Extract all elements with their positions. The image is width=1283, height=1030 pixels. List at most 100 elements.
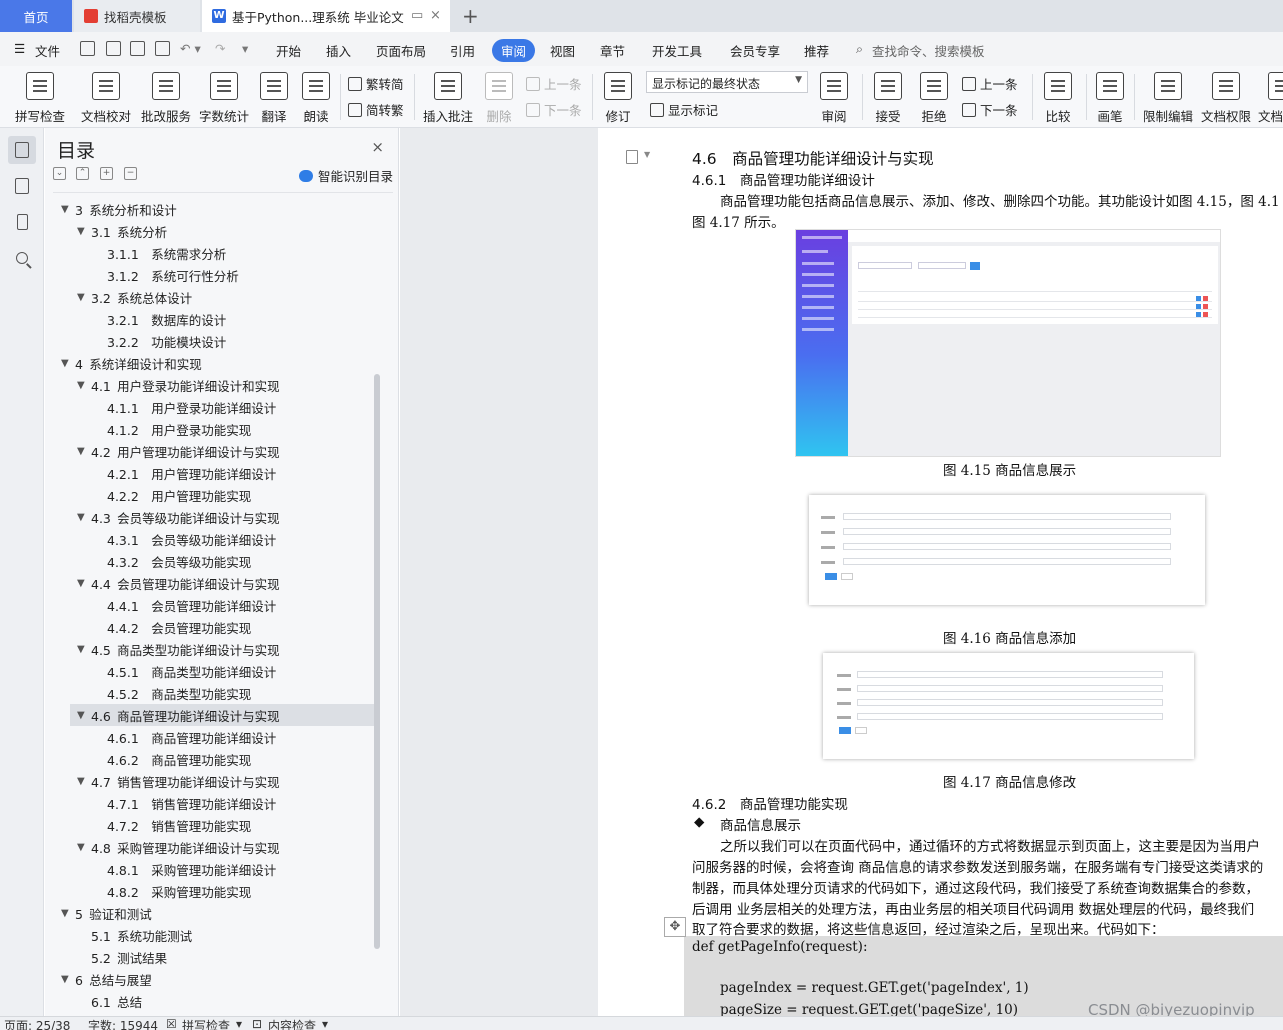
menu-file[interactable]: 文件 <box>35 41 60 60</box>
quick-access-chevron-icon[interactable]: ▾ <box>242 41 248 56</box>
chevron-down-icon[interactable]: ▼ <box>77 380 85 391</box>
toc-scrollbar[interactable] <box>374 374 380 949</box>
save-icon[interactable] <box>80 41 95 56</box>
tab-home[interactable]: 首页 <box>0 0 72 32</box>
prev-comment-button[interactable]: 上一条 <box>526 74 582 93</box>
toc-item[interactable]: ▼ 4.6 商品管理功能详细设计与实现 <box>70 704 374 726</box>
monitor-icon[interactable]: ▭ <box>411 8 423 23</box>
menu-insert[interactable]: 插入 <box>326 41 351 60</box>
show-markup-button[interactable]: 显示标记 <box>650 100 718 119</box>
add-heading-icon[interactable]: + <box>100 167 113 180</box>
menu-developer[interactable]: 开发工具 <box>652 41 702 60</box>
toc-item[interactable]: ▼ 3 系统分析和设计 <box>45 198 375 220</box>
toc-item[interactable]: 4.1.2 用户登录功能实现 <box>45 418 375 440</box>
chevron-down-icon[interactable]: ▼ <box>77 644 85 655</box>
redo-icon[interactable]: ↷ <box>215 41 225 56</box>
chevron-down-icon[interactable]: ▼ <box>77 512 85 523</box>
toc-item[interactable]: 3.2.2 功能模块设计 <box>45 330 375 352</box>
toc-item[interactable]: 4.1.1 用户登录功能详细设计 <box>45 396 375 418</box>
toc-item[interactable]: 4.2.2 用户管理功能实现 <box>45 484 375 506</box>
smart-toc-button[interactable]: 智能识别目录 <box>299 166 393 185</box>
toc-item[interactable]: 4.6.2 商品管理功能实现 <box>45 748 375 770</box>
content-check-status-icon[interactable]: ⊡ <box>252 1017 262 1030</box>
chevron-down-icon[interactable]: ▾ <box>236 1017 242 1030</box>
toc-item[interactable]: ▼ 4.7 销售管理功能详细设计与实现 <box>45 770 375 792</box>
undo-icon[interactable]: ↶ ▾ <box>180 41 201 56</box>
toc-item[interactable]: 3.2.1 数据库的设计 <box>45 308 375 330</box>
next-comment-button[interactable]: 下一条 <box>526 100 582 119</box>
menu-references[interactable]: 引用 <box>450 41 475 60</box>
more-doc-button[interactable]: 文档 <box>1258 70 1283 125</box>
toc-item[interactable]: 4.5.2 商品类型功能实现 <box>45 682 375 704</box>
hamburger-icon[interactable]: ☰ <box>14 41 25 56</box>
menu-member[interactable]: 会员专享 <box>730 41 780 60</box>
toc-item[interactable]: 4.2.1 用户管理功能详细设计 <box>45 462 375 484</box>
toc-item[interactable]: 4.8.1 采购管理功能详细设计 <box>45 858 375 880</box>
toc-item[interactable]: 5.1 系统功能测试 <box>45 924 375 946</box>
toc-item[interactable]: 3.1.2 系统可行性分析 <box>45 264 375 286</box>
remove-heading-icon[interactable]: − <box>124 167 137 180</box>
chevron-down-icon[interactable]: ▼ <box>77 292 85 303</box>
chevron-down-icon[interactable]: ▼ <box>77 578 85 589</box>
toc-item[interactable]: ▼ 6 总结与展望 <box>45 968 375 990</box>
toc-item[interactable]: ▼ 4.2 用户管理功能详细设计与实现 <box>45 440 375 462</box>
chevron-down-icon[interactable]: ▼ <box>77 226 85 237</box>
review-pane-button[interactable]: 审阅 <box>814 70 854 125</box>
chevron-down-icon[interactable]: ▼ <box>77 842 85 853</box>
toc-item[interactable]: 4.3.1 会员等级功能详细设计 <box>45 528 375 550</box>
accept-button[interactable]: 接受 <box>868 70 908 125</box>
restrict-edit-button[interactable]: 限制编辑 <box>1140 70 1196 125</box>
insert-comment-button[interactable]: 插入批注 <box>420 70 476 125</box>
menu-view[interactable]: 视图 <box>550 41 575 60</box>
new-tab-icon[interactable]: + <box>462 4 479 28</box>
pen-button[interactable]: 画笔 <box>1092 70 1128 125</box>
chevron-down-icon[interactable]: ▼ <box>77 776 85 787</box>
toc-item[interactable]: 5.2 测试结果 <box>45 946 375 968</box>
chevron-down-icon[interactable]: ▼ <box>61 204 69 215</box>
toc-item[interactable]: ▼ 4 系统详细设计和实现 <box>45 352 375 374</box>
delete-comment-button[interactable]: 删除 <box>480 70 518 125</box>
command-search[interactable]: 查找命令、搜索模板 <box>872 41 985 60</box>
toc-item[interactable]: ▼ 3.1 系统分析 <box>45 220 375 242</box>
toc-item[interactable]: 3.1.1 系统需求分析 <box>45 242 375 264</box>
proofread-button[interactable]: 文档校对 <box>78 70 134 125</box>
menu-start[interactable]: 开始 <box>276 41 301 60</box>
markup-state-select[interactable]: 显示标记的最终状态 ▼ <box>646 71 808 93</box>
toc-item[interactable]: 4.7.2 销售管理功能实现 <box>45 814 375 836</box>
export-icon[interactable] <box>106 41 121 56</box>
toc-item[interactable]: ▼ 4.4 会员管理功能详细设计与实现 <box>45 572 375 594</box>
menu-section[interactable]: 章节 <box>600 41 625 60</box>
navigation-button[interactable] <box>8 172 36 200</box>
close-icon[interactable]: × <box>371 138 384 156</box>
spell-check-button[interactable]: 拼写检查 <box>8 70 72 125</box>
menu-layout[interactable]: 页面布局 <box>376 41 426 60</box>
tab-template[interactable]: 找稻壳模板 <box>74 0 200 32</box>
chevron-down-icon[interactable]: ▾ <box>322 1017 328 1030</box>
chevron-down-icon[interactable]: ▼ <box>77 446 85 457</box>
move-handle-icon[interactable]: ✥ <box>664 917 686 937</box>
print-icon[interactable] <box>130 41 145 56</box>
simp-to-trad-button[interactable]: 简转繁 <box>348 100 404 119</box>
toc-item[interactable]: ▼ 4.3 会员等级功能详细设计与实现 <box>45 506 375 528</box>
read-aloud-button[interactable]: 朗读 <box>298 70 334 125</box>
chevron-down-icon[interactable]: ▼ <box>61 908 69 919</box>
find-button[interactable] <box>8 244 36 272</box>
toc-item[interactable]: ▼ 4.1 用户登录功能详细设计和实现 <box>45 374 375 396</box>
batch-service-button[interactable]: 批改服务 <box>138 70 194 125</box>
prev-change-button[interactable]: 上一条 <box>962 74 1018 93</box>
bookmark-button[interactable] <box>8 208 36 236</box>
chevron-down-icon[interactable]: ▼ <box>644 150 650 159</box>
document-page[interactable]: ▼ 4.6 商品管理功能详细设计与实现 4.6.1 商品管理功能详细设计 商品管… <box>598 128 1283 1016</box>
toc-item[interactable]: ▼ 4.8 采购管理功能详细设计与实现 <box>45 836 375 858</box>
toc-item[interactable]: 4.4.2 会员管理功能实现 <box>45 616 375 638</box>
translate-button[interactable]: 翻译 <box>254 70 294 125</box>
collapse-all-icon[interactable]: ⌄ <box>53 167 66 180</box>
expand-up-icon[interactable]: ⌃ <box>76 167 89 180</box>
toc-item[interactable]: 6.1 总结 <box>45 990 375 1012</box>
toc-item[interactable]: ▼ 4.5 商品类型功能详细设计与实现 <box>45 638 375 660</box>
content-check-status[interactable]: 内容检查 <box>268 1017 316 1030</box>
toc-item[interactable]: 4.8.2 采购管理功能实现 <box>45 880 375 902</box>
print-preview-icon[interactable] <box>155 41 170 56</box>
word-count-indicator[interactable]: 字数: 15944 <box>88 1017 158 1030</box>
chevron-down-icon[interactable]: ▼ <box>61 358 69 369</box>
